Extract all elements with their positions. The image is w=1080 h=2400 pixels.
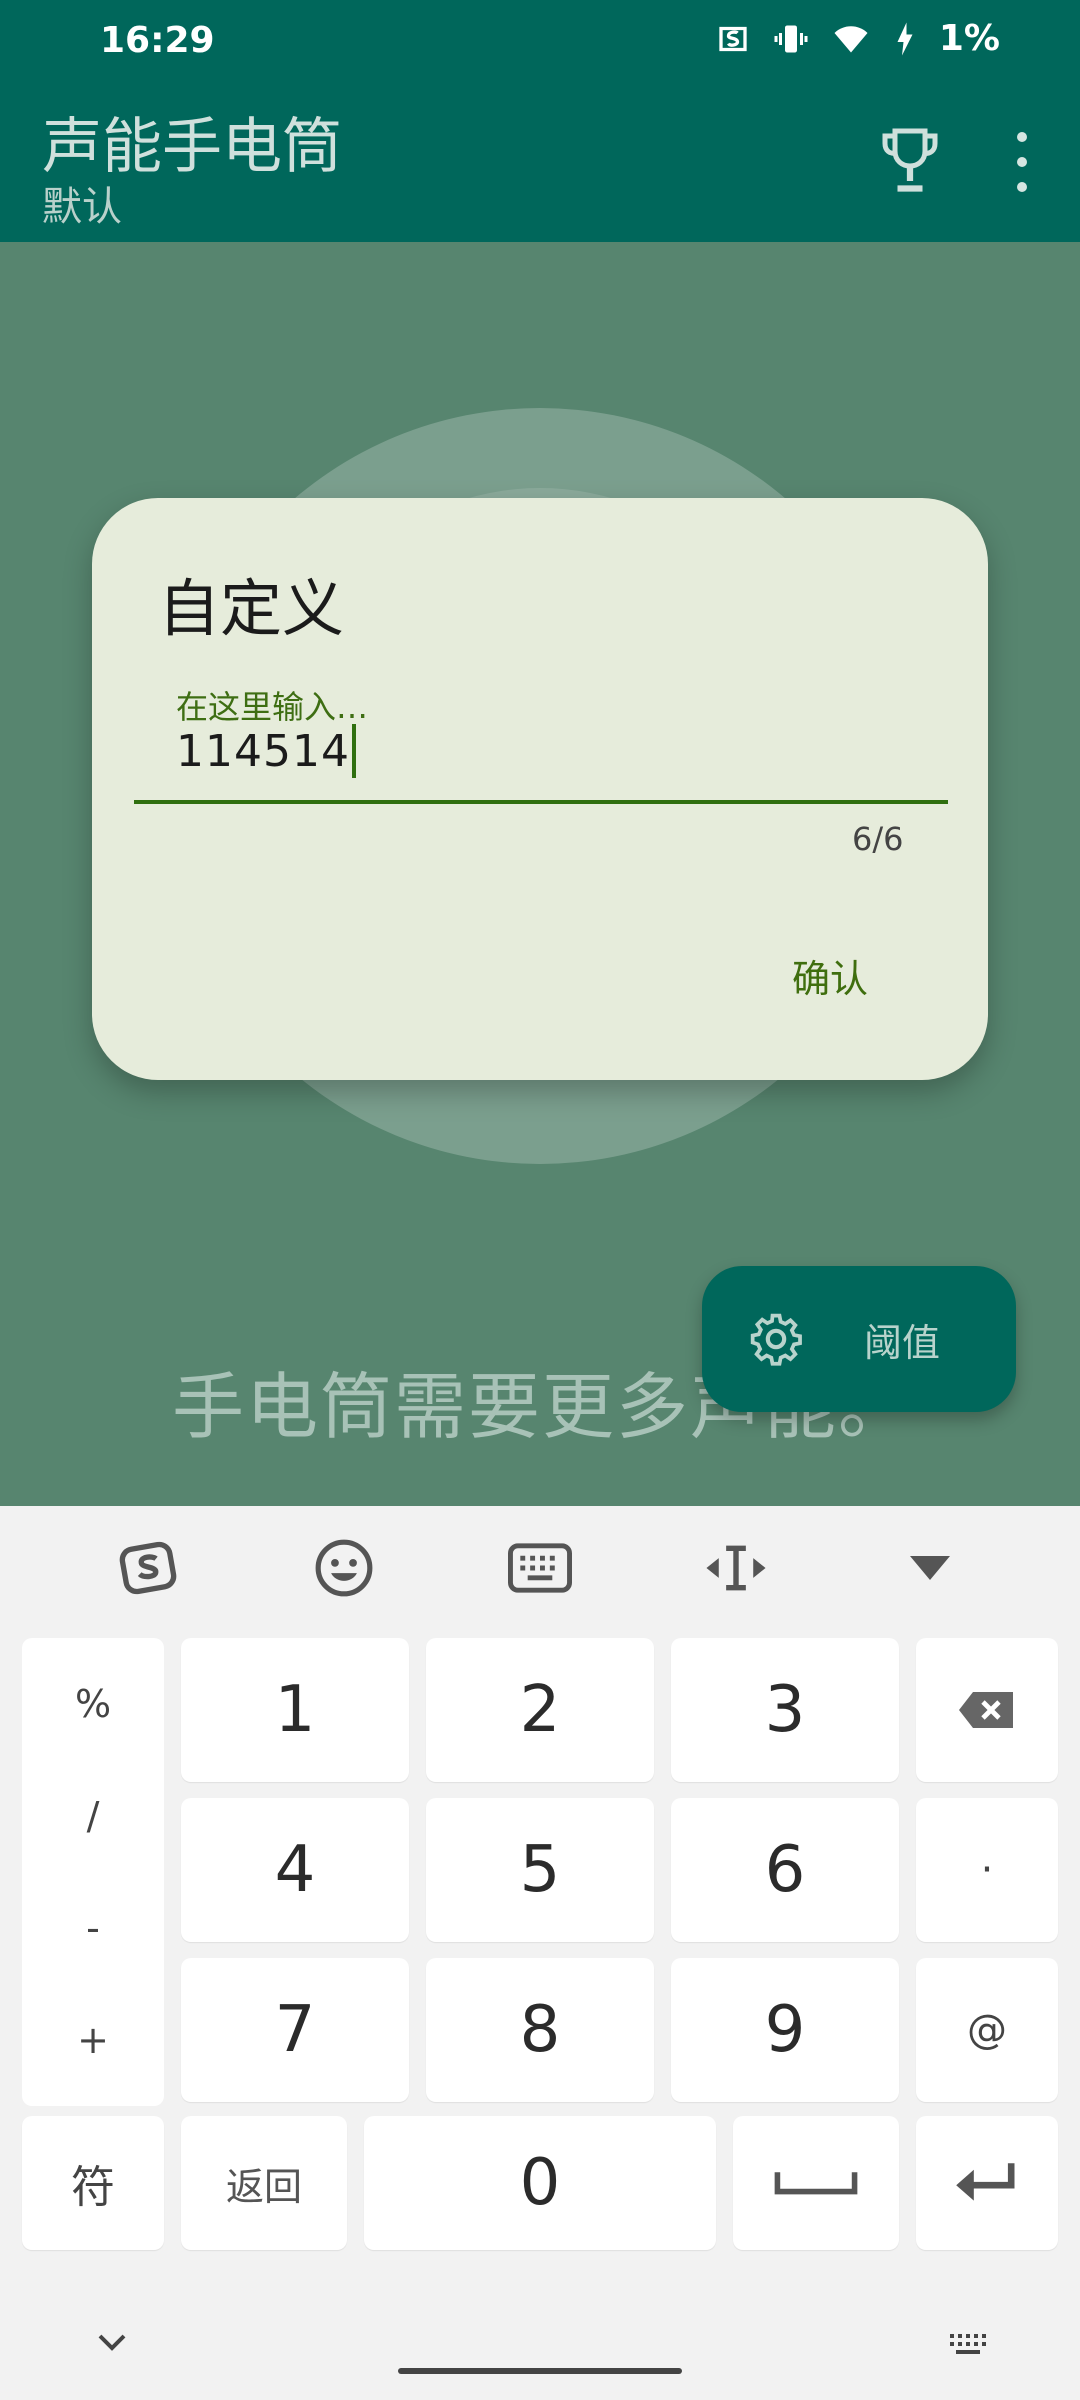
trophy-icon[interactable] [880,126,940,196]
wifi-icon [834,25,868,52]
keyboard-switch-icon[interactable] [946,2332,990,2356]
status-time: 16:29 [100,20,215,61]
status-bar: 16:29 1% [0,0,1080,88]
key-1[interactable]: 1 [181,1638,409,1782]
key-9[interactable]: 9 [671,1958,899,2102]
gear-icon [750,1313,802,1366]
back-key[interactable]: 返回 [181,2116,347,2250]
input-field-label: 在这里输入… [176,688,369,726]
key-3[interactable]: 3 [671,1638,899,1782]
dot-key[interactable]: · [916,1798,1058,1942]
threshold-label: 阈值 [864,1320,941,1365]
custom-dialog: 自定义 在这里输入… 114514 6/6 确认 [92,498,988,1080]
enter-key[interactable] [916,2116,1058,2250]
emoji-icon[interactable] [310,1534,378,1602]
symbol-key[interactable]: / [22,1794,164,1838]
key-8[interactable]: 8 [426,1958,654,2102]
keyboard-icon[interactable] [506,1534,574,1602]
confirm-button[interactable]: 确认 [792,948,868,1003]
at-key[interactable]: @ [916,1958,1058,2102]
char-counter: 6/6 [852,820,904,858]
sogou-icon [719,26,747,51]
home-indicator[interactable] [398,2368,682,2374]
key-5[interactable]: 5 [426,1798,654,1942]
vibrate-icon [774,25,808,52]
enter-icon [956,2163,1015,2201]
key-0[interactable]: 0 [364,2116,716,2250]
backspace-key[interactable] [916,1638,1058,1782]
keyboard-bottom-bar [0,2306,1080,2400]
key-4[interactable]: 4 [181,1798,409,1942]
app-subtitle: 默认 [42,184,122,230]
cursor-move-icon[interactable] [702,1534,770,1602]
space-key[interactable] [733,2116,899,2250]
app-bar: 声能手电筒 默认 [0,88,1080,242]
battery-level: 1% [938,18,1000,59]
symbol-key[interactable]: + [22,2018,164,2062]
threshold-button[interactable]: 阈值 [702,1266,1016,1412]
more-options-icon[interactable] [1004,132,1040,192]
custom-input[interactable]: 114514 [176,724,356,778]
app-title: 声能手电筒 [42,112,342,182]
input-value: 114514 [176,725,350,777]
charging-icon [897,22,913,55]
symbol-key[interactable]: % [22,1682,164,1726]
chevron-down-icon[interactable] [96,2330,128,2354]
sogou-logo-icon[interactable] [114,1534,182,1602]
keyboard-toolbar [0,1506,1080,1626]
key-2[interactable]: 2 [426,1638,654,1782]
soft-keyboard: % / - + 1 2 3 4 5 6 · 7 8 9 @ 符 返回 0 [0,1506,1080,2400]
input-underline [134,800,948,804]
symbols-key[interactable]: 符 [22,2116,164,2250]
space-icon [774,2172,858,2195]
dialog-title: 自定义 [158,572,345,645]
symbol-column[interactable]: % / - + [22,1638,164,2106]
key-7[interactable]: 7 [181,1958,409,2102]
symbol-key[interactable]: - [22,1906,164,1950]
key-6[interactable]: 6 [671,1798,899,1942]
status-icons: 1% [715,18,1000,59]
text-caret [351,724,356,778]
collapse-keyboard-icon[interactable] [896,1534,964,1602]
backspace-icon [959,1692,1013,1728]
